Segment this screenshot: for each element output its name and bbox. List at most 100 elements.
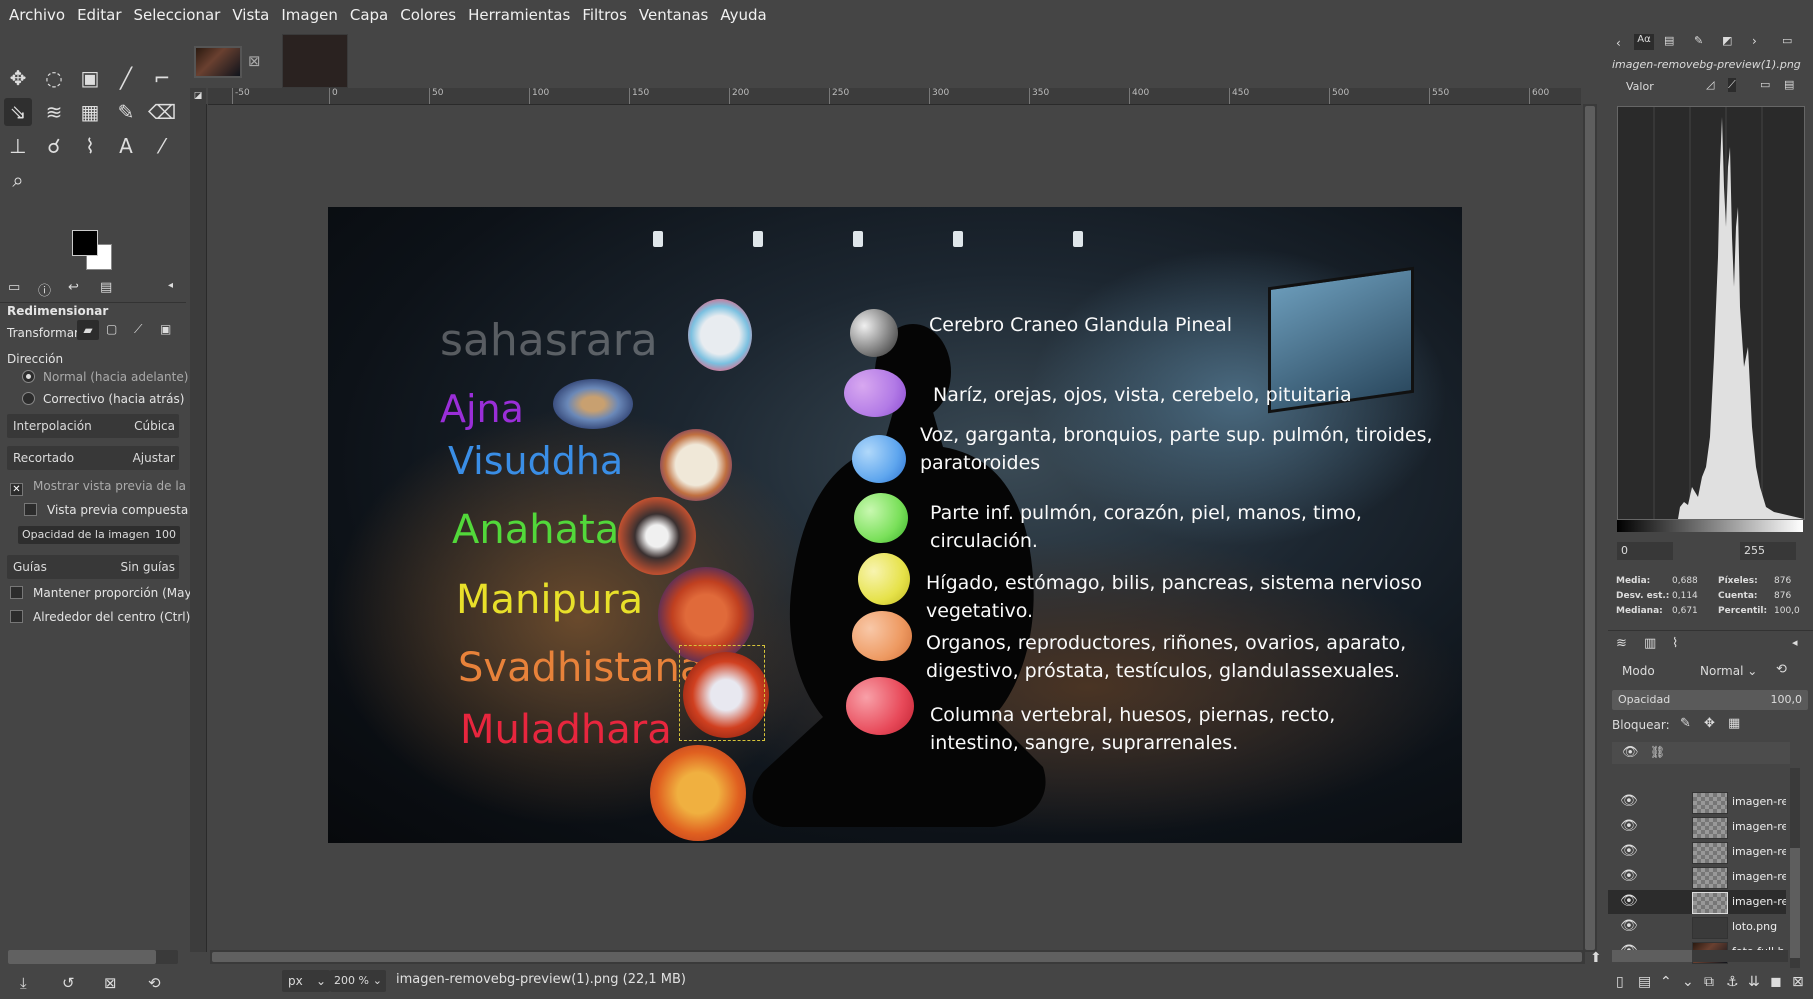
histogram-channel-icon[interactable]: ▤ [1784,78,1794,91]
fg-bg-colors[interactable] [72,230,118,270]
image-opacity-slider[interactable]: Opacidad de la imagen 100 [18,526,180,544]
duplicate-layer-icon[interactable]: ⧉ [1704,974,1714,990]
interpolation-select[interactable]: Interpolación Cúbica [7,414,179,438]
new-layer-icon[interactable]: ▯ [1616,974,1624,990]
patterns-tab-icon[interactable]: ▤ [1664,34,1674,47]
panel-menu-icon[interactable]: ▭ [1782,34,1792,47]
histogram-range-min[interactable]: 0 [1617,542,1673,560]
image-tab-thumbnail-2[interactable] [282,34,348,88]
scrollbar-thumb[interactable] [8,950,156,964]
merge-layer-icon[interactable]: ⇊ [1748,974,1760,990]
show-preview-checkbox[interactable]: ✕ Mostrar vista previa de la ima [10,479,212,496]
paths-tool-icon[interactable]: ⌇ [76,132,104,160]
menu-editar[interactable]: Editar [71,0,127,30]
zoom-tool-icon[interactable]: ⌕ [4,166,32,194]
ruler-corner-icon[interactable]: ◪ [190,88,206,104]
brushes-tab-icon[interactable]: ✎ [1694,34,1703,47]
images-tab-icon[interactable]: ▤ [100,280,112,295]
menu-ventanas[interactable]: Ventanas [633,0,714,30]
chain-header-icon[interactable]: ⛓ [1650,745,1665,759]
transform-path-icon[interactable]: ⟋ [134,322,142,337]
delete-layer-icon[interactable]: ⊠ [1792,974,1804,990]
horizontal-scrollbar[interactable] [210,950,1585,964]
histogram-tab-icon[interactable]: ◩ [1722,34,1732,47]
text-tool-icon[interactable]: A [112,132,140,160]
around-center-checkbox[interactable]: Alrededor del centro (Ctrl) [10,610,190,624]
foreground-color[interactable] [72,230,98,256]
linear-histogram-icon[interactable]: ◿ [1706,78,1714,91]
layer-row-selected[interactable]: 👁 imagen-re [1608,890,1786,914]
eye-icon[interactable]: 👁 [1620,843,1638,859]
paintbrush-icon[interactable]: ✎ [112,98,140,126]
layer-mode-select[interactable]: Normal ⌄ [1700,660,1772,682]
reset-options-icon[interactable]: ⟲ [148,974,161,992]
menu-archivo[interactable]: Archivo [0,0,71,30]
eye-icon[interactable]: 👁 [1620,868,1638,884]
mask-icon[interactable]: ◼ [1770,974,1782,990]
direction-corrective-radio[interactable]: Correctivo (hacia atrás) [22,392,184,406]
color-picker-icon[interactable]: ⁄ [148,132,176,160]
save-options-icon[interactable]: ⤓ [20,974,27,992]
measure-tool-icon[interactable]: ╱ [112,64,140,92]
layer-opacity-slider[interactable]: Opacidad 100,0 [1612,690,1808,710]
clone-tool-icon[interactable]: ⊥ [4,132,32,160]
histogram-channel[interactable]: Valor [1626,80,1654,93]
raise-layer-icon[interactable]: ⌃ [1660,974,1672,990]
histogram-graph[interactable] [1617,106,1805,520]
eye-icon[interactable]: 👁 [1620,918,1638,934]
lock-alpha-icon[interactable]: ▦ [1728,716,1740,731]
lock-pixels-icon[interactable]: ✎ [1680,716,1691,731]
restore-options-icon[interactable]: ↺ [62,974,75,992]
menu-filtros[interactable]: Filtros [576,0,633,30]
direction-normal-radio[interactable]: Normal (hacia adelante) [22,370,188,384]
layer-row[interactable]: 👁 imagen-re [1608,815,1786,839]
zoom-select[interactable]: 200 % ⌄ [330,970,386,992]
eye-icon[interactable]: 👁 [1620,893,1638,909]
vertical-scrollbar[interactable] [1583,104,1597,952]
layer-row[interactable]: 👁 imagen-re [1608,840,1786,864]
lower-layer-icon[interactable]: ⌄ [1682,974,1694,990]
layers-hscrollbar[interactable] [1612,950,1788,962]
smudge-tool-icon[interactable]: ☌ [40,132,68,160]
layer-row[interactable]: 👁 imagen-re [1608,865,1786,889]
image-tab-thumbnail[interactable] [194,46,242,78]
layer-row[interactable]: 👁 loto.png [1608,915,1786,939]
clipping-select[interactable]: Recortado Ajustar [7,446,179,470]
transform-image-icon[interactable]: ▣ [160,322,171,336]
menu-herramientas[interactable]: Herramientas [462,0,576,30]
paths-tab-icon[interactable]: ⌇ [1672,636,1678,651]
panel-menu-icon[interactable]: ◂ [1792,636,1798,649]
scrollbar-thumb[interactable] [212,952,1582,962]
fuzzy-select-icon[interactable]: ▣ [76,64,104,92]
menu-capa[interactable]: Capa [344,0,394,30]
guides-select[interactable]: Guías Sin guías [7,555,179,579]
navigate-icon[interactable]: ⬆ [1590,950,1602,966]
tab-scroll-right-icon[interactable]: › [1752,34,1757,48]
layer-row[interactable]: 👁 imagen-re [1608,790,1786,814]
fonts-tab-icon[interactable]: Aα [1634,34,1654,50]
tab-scroll-left-icon[interactable]: ‹ [1616,36,1621,50]
menu-colores[interactable]: Colores [394,0,462,30]
tool-options-scrollbar[interactable] [8,950,178,964]
menu-ayuda[interactable]: Ayuda [714,0,772,30]
ellipse-select-icon[interactable]: ◌ [40,64,68,92]
transform-selection-icon[interactable]: ▢ [106,322,117,336]
move-tool-icon[interactable]: ✥ [4,64,32,92]
eye-icon[interactable]: 👁 [1620,818,1638,834]
visibility-header-icon[interactable]: 👁 [1622,745,1639,760]
histogram-range-max[interactable]: 255 [1740,542,1796,560]
tool-options-tab-icon[interactable]: ▭ [8,280,20,295]
panel-menu-icon[interactable]: ◂ [168,280,173,291]
eye-icon[interactable]: 👁 [1620,793,1638,809]
new-group-icon[interactable]: ▤ [1638,974,1651,990]
scale-tool-icon[interactable]: ⇘ [4,98,32,126]
warp-tool-icon[interactable]: ≋ [40,98,68,126]
device-status-tab-icon[interactable]: ⓘ [38,280,51,299]
layers-scrollbar[interactable] [1790,768,1800,968]
menu-seleccionar[interactable]: Seleccionar [128,0,227,30]
histogram-view-icon[interactable]: ▭ [1760,78,1770,91]
undo-history-tab-icon[interactable]: ↩ [68,280,79,295]
channels-tab-icon[interactable]: ▥ [1644,636,1656,651]
layers-tab-icon[interactable]: ≋ [1616,636,1627,651]
transform-layer-icon[interactable]: ▰ [77,320,99,340]
